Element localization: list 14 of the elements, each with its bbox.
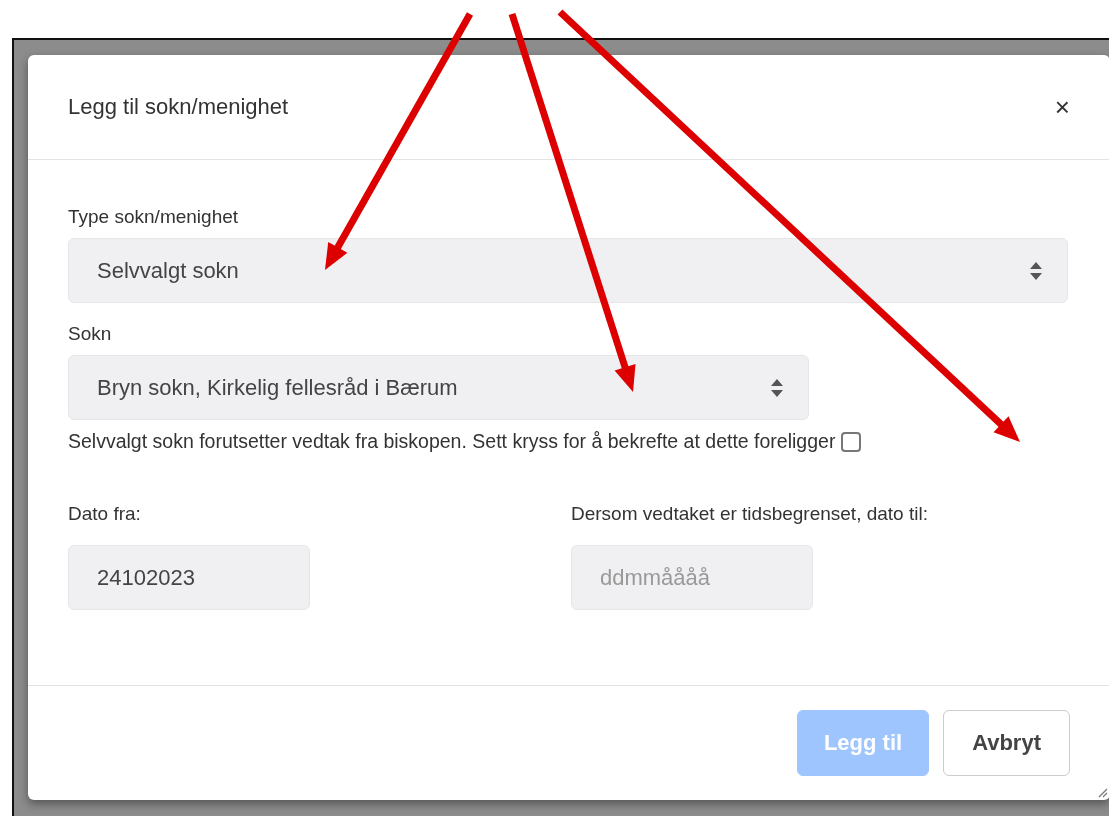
close-button[interactable]: ×	[1054, 91, 1070, 123]
date-field[interactable]: ddmmåååå	[571, 545, 813, 610]
dialog-title: Legg til sokn/menighet	[68, 94, 289, 120]
field-label: Dato fra:	[68, 503, 142, 525]
resize-grip-icon	[1096, 786, 1108, 798]
select-field[interactable]: Bryn sokn, Kirkelig fellesråd i Bærum	[68, 355, 809, 420]
date-field[interactable]: 24102023	[68, 545, 310, 610]
select-field[interactable]: Selvvalgt sokn	[68, 238, 1068, 303]
field-label: Type sokn/menighet	[68, 206, 240, 228]
confirm-label: Selvvalgt sokn forutsetter vedtak fra biskopen. Sett kryss for å bekrefte at dette foreligger	[68, 430, 836, 453]
checkbox[interactable]	[841, 431, 862, 452]
cancel-button[interactable]: Avbryt	[943, 710, 1070, 776]
field-label: Dersom vedtaket er tidsbegrenset, dato til:	[571, 503, 929, 525]
field-label: Sokn	[68, 323, 113, 345]
